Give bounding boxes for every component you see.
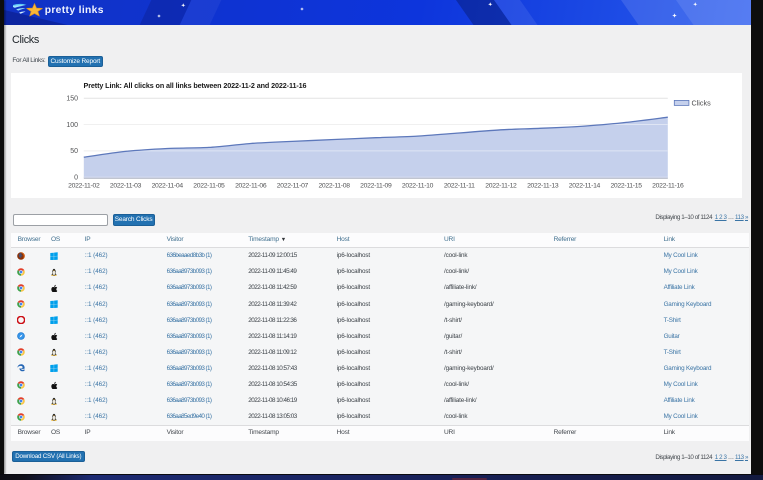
svg-text:2022-11-14: 2022-11-14 — [569, 183, 601, 190]
svg-text:2022-11-09: 2022-11-09 — [360, 183, 392, 190]
svg-text:100: 100 — [66, 122, 78, 129]
svg-text:2022-11-15: 2022-11-15 — [610, 183, 642, 190]
svg-text:2022-11-10: 2022-11-10 — [402, 183, 434, 190]
svg-text:2022-11-04: 2022-11-04 — [152, 183, 184, 190]
svg-text:2022-11-07: 2022-11-07 — [277, 183, 309, 190]
svg-text:2022-11-11: 2022-11-11 — [444, 183, 475, 190]
svg-text:2022-11-16: 2022-11-16 — [652, 183, 684, 190]
svg-text:2022-11-13: 2022-11-13 — [527, 183, 559, 190]
svg-text:2022-11-02: 2022-11-02 — [68, 183, 100, 190]
svg-text:2022-11-12: 2022-11-12 — [485, 183, 517, 190]
svg-text:150: 150 — [66, 96, 78, 103]
svg-text:2022-11-08: 2022-11-08 — [318, 183, 350, 190]
svg-text:Clicks: Clicks — [692, 99, 712, 108]
svg-text:2022-11-06: 2022-11-06 — [235, 183, 267, 190]
svg-text:2022-11-03: 2022-11-03 — [110, 183, 142, 190]
svg-text:0: 0 — [74, 175, 78, 182]
svg-text:2022-11-05: 2022-11-05 — [193, 183, 225, 190]
svg-text:50: 50 — [70, 148, 78, 155]
